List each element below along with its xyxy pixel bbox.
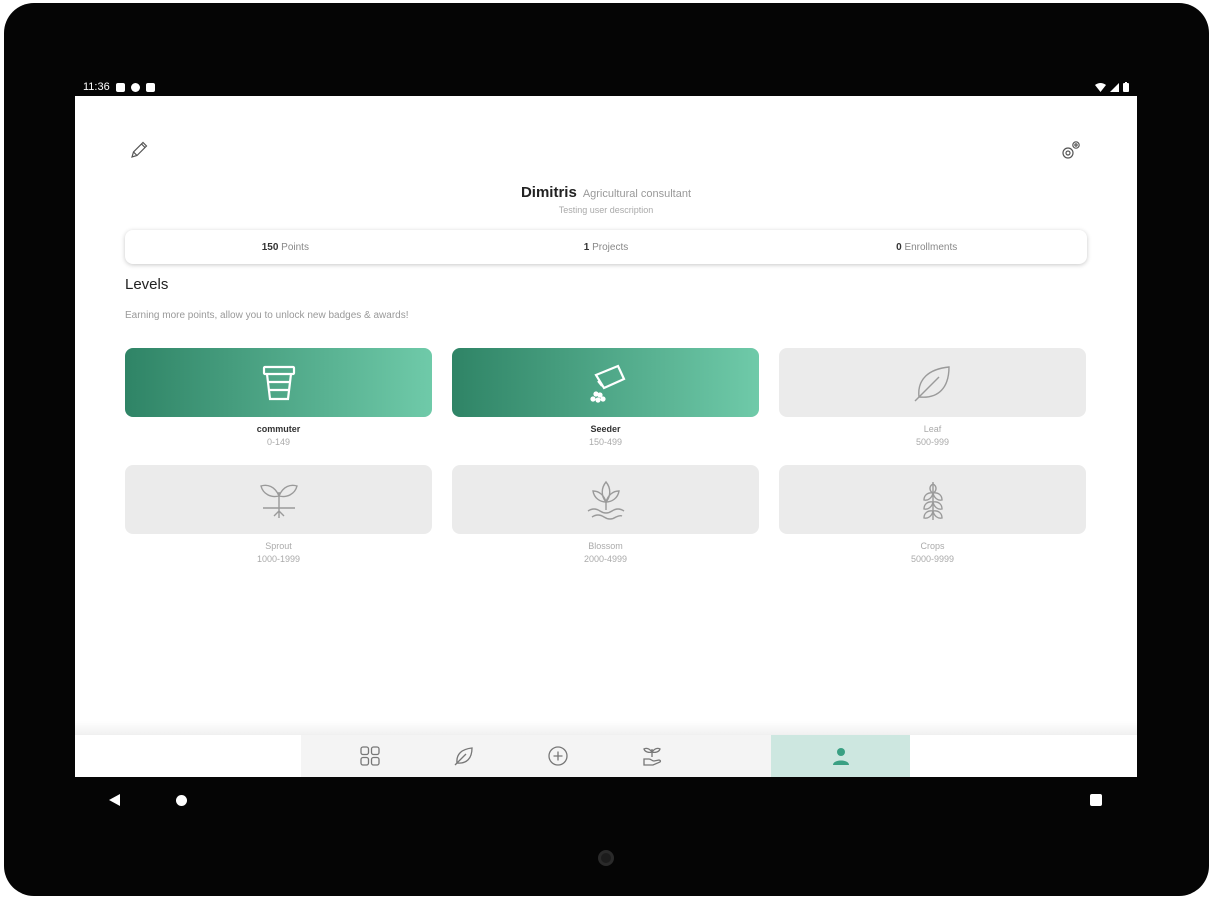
sync-icon bbox=[130, 82, 140, 92]
plant-hand-icon bbox=[643, 747, 662, 766]
flower-pot-icon bbox=[262, 365, 295, 400]
level-tile bbox=[125, 348, 432, 417]
level-card-seeder[interactable]: Seeder 150-499 bbox=[452, 348, 759, 447]
stat-enrollments-value: 0 bbox=[896, 241, 902, 253]
levels-title: Levels bbox=[125, 276, 169, 293]
settings-button[interactable] bbox=[1059, 138, 1083, 162]
level-name: Blossom bbox=[588, 541, 623, 551]
stats-bar: 150 Points 1 Projects 0 Enrollments bbox=[125, 230, 1087, 264]
status-time: 11:36 bbox=[83, 81, 110, 93]
sprout-icon bbox=[259, 484, 298, 518]
stat-enrollments-label: Enrollments bbox=[904, 241, 958, 253]
stat-projects-label: Projects bbox=[592, 241, 629, 253]
gear-icon bbox=[1062, 141, 1080, 159]
blossom-icon bbox=[587, 480, 624, 520]
level-card-leaf[interactable]: Leaf 500-999 bbox=[779, 348, 1086, 447]
notification-icon bbox=[115, 82, 125, 92]
stat-enrollments[interactable]: 0 Enrollments bbox=[766, 242, 1087, 253]
system-navigation-bar bbox=[75, 777, 1137, 823]
nav-plants[interactable] bbox=[417, 735, 511, 777]
level-range: 5000-9999 bbox=[910, 554, 955, 564]
camera-icon bbox=[598, 850, 614, 866]
sd-card-icon bbox=[145, 82, 155, 92]
profile-header: Dimitris Agricultural consultant Testing … bbox=[75, 184, 1137, 215]
level-range: 150-499 bbox=[588, 437, 623, 447]
level-card-commuter[interactable]: commuter 0-149 bbox=[125, 348, 432, 447]
stat-points-value: 150 bbox=[261, 241, 279, 253]
profile-name: Dimitris bbox=[520, 184, 577, 201]
level-range: 1000-1999 bbox=[256, 554, 301, 564]
nav-add[interactable] bbox=[511, 735, 605, 777]
level-card-crops[interactable]: Crops 5000-9999 bbox=[779, 465, 1086, 564]
stat-projects-value: 1 bbox=[583, 241, 590, 253]
profile-description: Testing user description bbox=[558, 205, 654, 215]
level-name: Crops bbox=[920, 541, 945, 551]
level-range: 500-999 bbox=[915, 437, 950, 447]
battery-icon bbox=[1123, 82, 1129, 92]
back-icon[interactable] bbox=[109, 794, 121, 806]
status-bar: 11:36 bbox=[75, 78, 1137, 96]
levels-subtitle: Earning more points, allow you to unlock… bbox=[125, 310, 409, 321]
bottom-navigation bbox=[301, 735, 910, 777]
leaf-icon bbox=[914, 365, 950, 401]
wifi-icon bbox=[1095, 82, 1106, 92]
signal-icon bbox=[1110, 82, 1119, 92]
level-tile bbox=[452, 348, 759, 417]
app-screen: Dimitris Agricultural consultant Testing … bbox=[75, 96, 1137, 777]
edit-profile-button[interactable] bbox=[127, 138, 151, 162]
level-tile bbox=[125, 465, 432, 534]
levels-grid: commuter 0-149 Seeder 150-499 Leaf 500-9… bbox=[125, 348, 1087, 564]
pencil-icon bbox=[131, 141, 148, 158]
level-card-blossom[interactable]: Blossom 2000-4999 bbox=[452, 465, 759, 564]
level-tile bbox=[452, 465, 759, 534]
level-name: Sprout bbox=[265, 541, 292, 551]
level-tile bbox=[779, 465, 1086, 534]
seed-bag-icon bbox=[589, 364, 625, 403]
grid-icon bbox=[360, 746, 380, 766]
level-range: 0-149 bbox=[266, 437, 291, 447]
nav-profile[interactable] bbox=[771, 735, 910, 777]
home-icon[interactable] bbox=[176, 794, 187, 806]
level-name: Seeder bbox=[590, 424, 621, 434]
wheat-icon bbox=[922, 481, 943, 520]
nav-dashboard[interactable] bbox=[323, 735, 417, 777]
nav-projects[interactable] bbox=[605, 735, 699, 777]
stat-points[interactable]: 150 Points bbox=[125, 242, 446, 253]
add-circle-icon bbox=[548, 746, 568, 766]
level-name: commuter bbox=[256, 424, 301, 434]
level-name: Leaf bbox=[923, 424, 942, 434]
level-range: 2000-4999 bbox=[583, 554, 628, 564]
level-tile bbox=[779, 348, 1086, 417]
leaf-icon bbox=[454, 747, 473, 766]
stat-projects[interactable]: 1 Projects bbox=[446, 242, 767, 253]
level-card-sprout[interactable]: Sprout 1000-1999 bbox=[125, 465, 432, 564]
profile-role: Agricultural consultant bbox=[582, 188, 692, 200]
recent-apps-icon[interactable] bbox=[1090, 794, 1102, 806]
stat-points-label: Points bbox=[281, 241, 309, 253]
nav-shadow bbox=[75, 721, 1137, 735]
person-icon bbox=[832, 748, 849, 765]
